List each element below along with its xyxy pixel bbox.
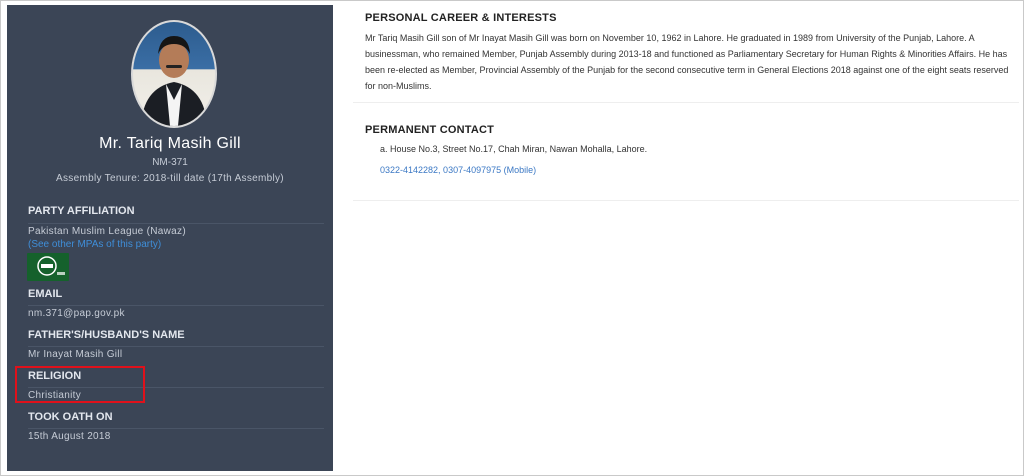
divider (28, 428, 324, 429)
party-affiliation-heading: PARTY AFFILIATION (28, 205, 135, 217)
avatar (131, 20, 217, 128)
member-name: Mr. Tariq Masih Gill (99, 135, 241, 152)
career-paragraph: Mr Tariq Masih Gill son of Mr Inayat Mas… (365, 33, 1009, 91)
section-divider (353, 200, 1019, 201)
career-heading: PERSONAL CAREER & INTERESTS (365, 12, 557, 24)
contact-heading: PERMANENT CONTACT (365, 124, 495, 136)
religion-highlight-box (15, 366, 145, 403)
oath-date-value: 15th August 2018 (28, 431, 111, 442)
father-name-value: Mr Inayat Masih Gill (28, 349, 123, 360)
party-name: Pakistan Muslim League (Nawaz) (28, 226, 186, 237)
assembly-tenure: Assembly Tenure: 2018-till date (17th As… (56, 173, 284, 184)
phone-numbers-link[interactable]: 0322-4142282, 0307-4097975 (Mobile) (380, 165, 536, 175)
section-divider (353, 102, 1019, 103)
member-code: NM-371 (152, 157, 188, 168)
address-text: a. House No.3, Street No.17, Chah Miran,… (380, 144, 648, 154)
divider (28, 346, 324, 347)
profile-photo (133, 22, 215, 126)
main-content: PERSONAL CAREER & INTERESTS Mr Tariq Mas… (333, 0, 1024, 476)
see-party-mpas-link[interactable]: (See other MPAs of this party) (28, 239, 161, 250)
divider (28, 305, 324, 306)
father-name-heading: FATHER'S/HUSBAND'S NAME (28, 329, 185, 341)
oath-heading: TOOK OATH ON (28, 411, 113, 423)
email-heading: EMAIL (28, 288, 63, 300)
party-logo-icon (27, 253, 69, 281)
divider (28, 223, 324, 224)
email-value: nm.371@pap.gov.pk (28, 308, 125, 319)
